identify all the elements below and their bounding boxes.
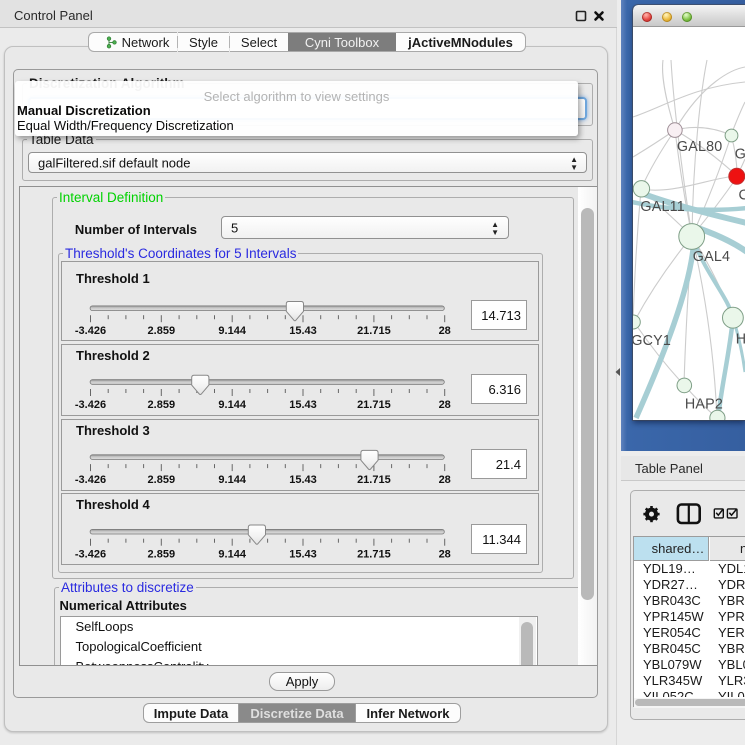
svg-text:HAP2: HAP2: [685, 397, 723, 413]
svg-text:C: C: [739, 187, 745, 203]
svg-text:GAL80: GAL80: [677, 139, 723, 155]
svg-text:GAL4: GAL4: [693, 249, 730, 265]
svg-text:GCY1: GCY1: [633, 333, 671, 349]
svg-text:GAL11: GAL11: [640, 199, 684, 215]
svg-text:HA: HA: [736, 332, 745, 348]
svg-text:GA: GA: [735, 146, 745, 162]
